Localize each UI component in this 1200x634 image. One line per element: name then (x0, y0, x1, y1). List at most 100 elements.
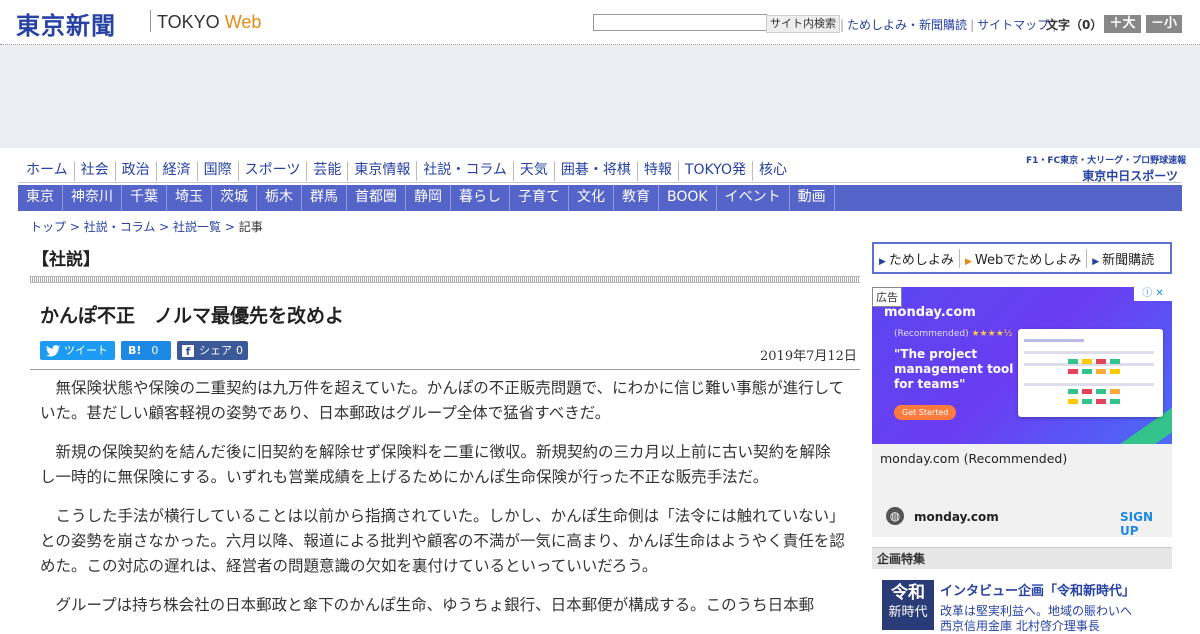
nav-item-editorial[interactable]: 社説・コラム (416, 161, 513, 181)
breadcrumb-current: 記事 (238, 220, 263, 234)
feature-subtitle-line: 西京信用金庫 北村啓介理事長 (940, 619, 1100, 633)
region-shizuoka[interactable]: 静岡 (406, 185, 451, 211)
feature-thumb-bottom: 新時代 (888, 605, 928, 620)
nav-item-tokyo-info[interactable]: 東京情報 (347, 161, 416, 181)
region-kanagawa[interactable]: 神奈川 (63, 185, 122, 211)
logo-tokyo-text: TOKYO (157, 12, 225, 32)
nav-item-special-report[interactable]: 特報 (636, 161, 678, 181)
font-smaller-button[interactable]: －小 (1146, 15, 1182, 33)
header-link-divider: | (970, 18, 975, 32)
region-ibaraki[interactable]: 茨城 (212, 185, 257, 211)
trial-link-label: ためしよみ (888, 252, 954, 268)
nav-item-sports[interactable]: スポーツ (237, 161, 307, 181)
logo-web-text: Web (224, 12, 262, 32)
nav-item-entertainment[interactable]: 芸能 (306, 161, 347, 181)
article-paragraph: グループは持ち株会社の日本郵政と傘下のかんぽ生命、ゆうちょ銀行、日本郵便が構成す… (55, 596, 815, 614)
feature-subtitle-line: 改革は堅実利益へ。地域の賑わいへ (940, 604, 1133, 618)
triangle-right-icon: ▶ (964, 256, 972, 267)
region-saitama[interactable]: 埼玉 (167, 185, 212, 211)
nav-item-go-shogi[interactable]: 囲碁・将棋 (553, 161, 637, 181)
nav-item-tokyo-hatsu[interactable]: TOKYO発 (677, 161, 752, 181)
sports-logo-tagline: F1・FC東京・大リーグ・プロ野球速報 (1026, 156, 1187, 166)
nav-item-education[interactable]: 教育 (614, 185, 659, 211)
triangle-right-icon: ▶ (1092, 256, 1100, 267)
ad-quote: "The project management tool for teams" (894, 347, 1014, 391)
subscribe-link[interactable]: ためしよみ・新聞購読 (847, 18, 967, 32)
nav-item-events[interactable]: イベント (717, 185, 790, 211)
search-input[interactable] (593, 14, 767, 31)
article-paragraph: こうした手法が横行していることは以前から指摘されていた。しかし、かんぽ生命側は「… (40, 507, 845, 575)
top-ad-banner (0, 45, 1200, 148)
region-shutoken[interactable]: 首都圏 (347, 185, 406, 211)
site-logo[interactable]: 東京新聞 (16, 6, 116, 41)
ad-signup-button[interactable]: SIGN UP (1120, 510, 1172, 537)
nav-item-video[interactable]: 動画 (790, 185, 835, 211)
header-links: | ためしよみ・新聞購読 | サイトマップ | (837, 16, 1059, 33)
logo-divider (150, 10, 151, 32)
font-larger-button[interactable]: ＋大 (1104, 15, 1141, 33)
web-trial-link-label: Webでためしよみ (974, 252, 1082, 268)
feature-header: 企画特集 (872, 547, 1172, 569)
nav-item-society[interactable]: 社会 (73, 161, 115, 181)
nav-item-culture[interactable]: 文化 (569, 185, 614, 211)
facebook-f-icon: f (182, 344, 194, 358)
chunichi-sports-logo[interactable]: F1・FC東京・大リーグ・プロ野球速報 東京中日スポーツ (1026, 153, 1187, 183)
trial-link[interactable]: ▶ ためしよみ (874, 249, 959, 268)
region-tokyo[interactable]: 東京 (18, 185, 63, 211)
nav-divider (18, 182, 1182, 183)
region-chiba[interactable]: 千葉 (122, 185, 167, 211)
ad-brand-logo: monday.com (884, 305, 976, 320)
nav-item-politics[interactable]: 政治 (114, 161, 156, 181)
region-tochigi[interactable]: 栃木 (257, 185, 302, 211)
nav-item-living[interactable]: 暮らし (451, 185, 510, 211)
nav-item-core[interactable]: 核心 (751, 161, 793, 181)
facebook-count: 0 (236, 344, 243, 357)
article-paragraph: 新規の保険契約を結んだ後に旧契約を解除せず保険料を二重に徴収。新規契約の三カ月以… (40, 443, 831, 486)
ad-recommended: (Recommended) ★★★★½ (894, 329, 1012, 339)
sidebar-ad[interactable]: monday.com (Recommended) ★★★★½ "The proj… (872, 287, 1172, 537)
breadcrumb-editorial[interactable]: 社説・コラム (84, 220, 156, 234)
globe-icon: ◍ (886, 507, 904, 525)
article-rule (30, 369, 860, 370)
font-size-label: 文字（0） (1046, 18, 1103, 32)
tokyo-web-logo[interactable]: TOKYO Web (157, 12, 261, 33)
facebook-share-label: シェア (199, 344, 232, 357)
region-gunma[interactable]: 群馬 (302, 185, 347, 211)
ad-caption: monday.com (Recommended) (880, 451, 1068, 466)
subscribe-sidebar-label: 新聞購読 (1102, 252, 1155, 268)
sitemap-link[interactable]: サイトマップ (977, 18, 1049, 32)
subscription-links-box: ▶ ためしよみ ▶ Webでためしよみ ▶ 新聞購読 (872, 242, 1172, 274)
hatched-divider (30, 276, 860, 283)
feature-thumb-top: 令和 (891, 583, 925, 603)
tweet-label: ツイート (64, 344, 108, 357)
ad-domain: monday.com (914, 510, 999, 524)
nav-item-weather[interactable]: 天気 (512, 161, 554, 181)
hatena-bookmark-button[interactable]: B! 0 (121, 341, 171, 360)
nav-item-parenting[interactable]: 子育て (510, 185, 569, 211)
nav-item-book[interactable]: BOOK (659, 185, 717, 211)
tweet-button[interactable]: ツイート (40, 341, 115, 360)
nav-item-economy[interactable]: 経済 (155, 161, 197, 181)
article-date: 2019年7月12日 (760, 349, 857, 364)
feature-title[interactable]: インタビュー企画「令和新時代」 (940, 580, 1135, 599)
web-trial-link[interactable]: ▶ Webでためしよみ (958, 248, 1086, 268)
hatena-count: 0 (151, 344, 159, 357)
regional-nav: 東京 神奈川 千葉 埼玉 茨城 栃木 群馬 首都圏 静岡 暮らし 子育て 文化 … (18, 185, 1182, 211)
site-search-button[interactable]: サイト内検索 (766, 15, 840, 33)
sports-logo-name: 東京中日スポーツ (1082, 169, 1178, 183)
subscribe-sidebar-link[interactable]: ▶ 新聞購読 (1086, 248, 1159, 268)
article-headline: かんぽ不正 ノルマ最優先を改めよ (40, 305, 345, 327)
article-paragraph: 無保険状態や保険の二重契約は九万件を超えていた。かんぽの不正販売問題で、にわかに… (40, 379, 845, 422)
ad-get-started-button[interactable]: Get Started (894, 405, 957, 420)
ad-label: 広告 (872, 287, 902, 307)
ad-rating-stars: ★★★★½ (971, 329, 1013, 339)
feature-thumbnail[interactable]: 令和 新時代 (882, 580, 934, 630)
hatena-b-icon: B! (128, 344, 142, 357)
breadcrumb-top[interactable]: トップ (30, 220, 66, 234)
header-link-divider: | (840, 18, 845, 32)
nav-item-home[interactable]: ホーム (22, 161, 74, 181)
nav-item-international[interactable]: 国際 (196, 161, 238, 181)
breadcrumb-editorial-list[interactable]: 社説一覧 (173, 220, 221, 234)
facebook-share-button[interactable]: f シェア 0 (177, 341, 248, 360)
ad-choices-icon[interactable]: ⓘ ✕ (1134, 287, 1172, 301)
